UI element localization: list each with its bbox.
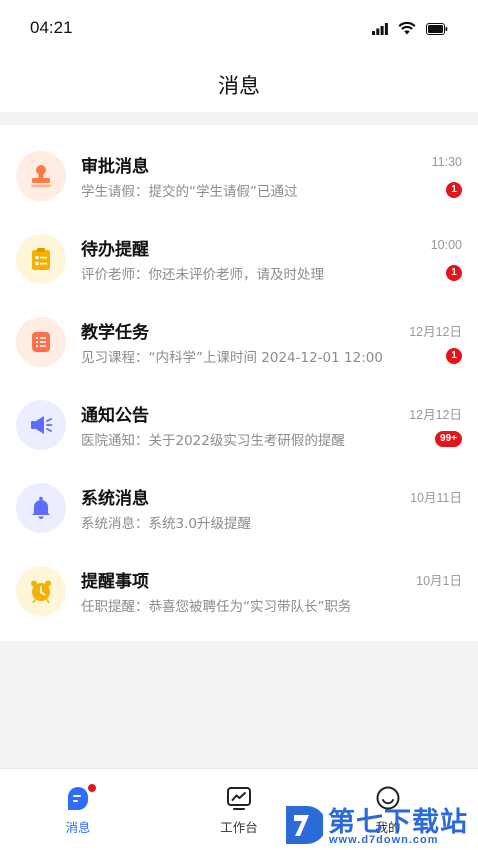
message-time: 10月11日: [410, 491, 462, 505]
tab-label: 工作台: [220, 820, 258, 835]
bell-icon: [16, 483, 66, 533]
message-title: 系统消息: [81, 489, 149, 509]
message-row-notice[interactable]: 通知公告 医院通知：关于2022级实习生考研假的提醒 12月12日 99+: [0, 383, 478, 466]
list-icon: [16, 317, 66, 367]
message-time: 12月12日: [409, 408, 462, 422]
message-row-reminder[interactable]: 提醒事项 任职提醒：恭喜您被聘任为“实习带队长”职务 10月1日: [0, 549, 478, 632]
nav-bar: 消息: [0, 56, 478, 112]
watermark-logo: 第七下载站 www.d7down.com: [283, 800, 478, 850]
unread-badge: 1: [446, 348, 462, 364]
message-title: 教学任务: [81, 323, 149, 343]
tab-messages[interactable]: 消息: [18, 769, 138, 850]
status-time: 04:21: [30, 18, 73, 37]
workbench-icon: [224, 783, 254, 813]
message-preview: 见习课程：“内科学”上课时间 2024-12-01 12:00: [81, 350, 383, 366]
stamp-icon: [16, 151, 66, 201]
notification-dot: [88, 784, 96, 792]
clipboard-icon: [16, 234, 66, 284]
message-title: 审批消息: [81, 157, 149, 177]
message-preview: 系统消息：系统3.0升级提醒: [81, 516, 251, 532]
message-time: 10:00: [430, 238, 462, 252]
message-title: 提醒事项: [81, 572, 149, 592]
status-bar: 04:21: [0, 0, 478, 56]
message-preview: 学生请假：提交的“学生请假”已通过: [81, 184, 298, 200]
message-preview: 医院通知：关于2022级实习生考研假的提醒: [81, 433, 345, 449]
tab-workbench[interactable]: 工作台: [179, 769, 299, 850]
message-preview: 评价老师：你还未评价老师，请及时处理: [81, 267, 324, 283]
unread-badge: 99+: [435, 431, 462, 447]
message-time: 11:30: [431, 155, 462, 169]
message-list: 审批消息 学生请假：提交的“学生请假”已通过 11:30 1 待办提醒 评价老师…: [0, 125, 478, 641]
message-row-todo[interactable]: 待办提醒 评价老师：你还未评价老师，请及时处理 10:00 1: [0, 217, 478, 300]
status-icons: [372, 20, 448, 39]
message-row-teaching[interactable]: 教学任务 见习课程：“内科学”上课时间 2024-12-01 12:00 12月…: [0, 300, 478, 383]
message-title: 待办提醒: [81, 240, 149, 260]
unread-badge: 1: [446, 265, 462, 281]
page-title: 消息: [218, 74, 260, 98]
watermark-d7-icon: [286, 806, 323, 844]
message-title: 通知公告: [81, 406, 149, 426]
message-row-approval[interactable]: 审批消息 学生请假：提交的“学生请假”已通过 11:30 1: [0, 134, 478, 217]
unread-badge: 1: [446, 182, 462, 198]
message-time: 12月12日: [409, 325, 462, 339]
message-row-system[interactable]: 系统消息 系统消息：系统3.0升级提醒 10月11日: [0, 466, 478, 549]
tab-label: 消息: [65, 820, 91, 835]
message-preview: 任职提醒：恭喜您被聘任为“实习带队长”职务: [81, 599, 352, 615]
alarm-clock-icon: [16, 566, 66, 616]
megaphone-icon: [16, 400, 66, 450]
wifi-icon: [398, 20, 416, 39]
message-icon: [63, 783, 96, 813]
watermark-url: www.d7down.com: [329, 834, 439, 846]
signal-icon: [372, 20, 388, 39]
message-time: 10月1日: [416, 574, 462, 588]
battery-icon: [426, 20, 448, 39]
